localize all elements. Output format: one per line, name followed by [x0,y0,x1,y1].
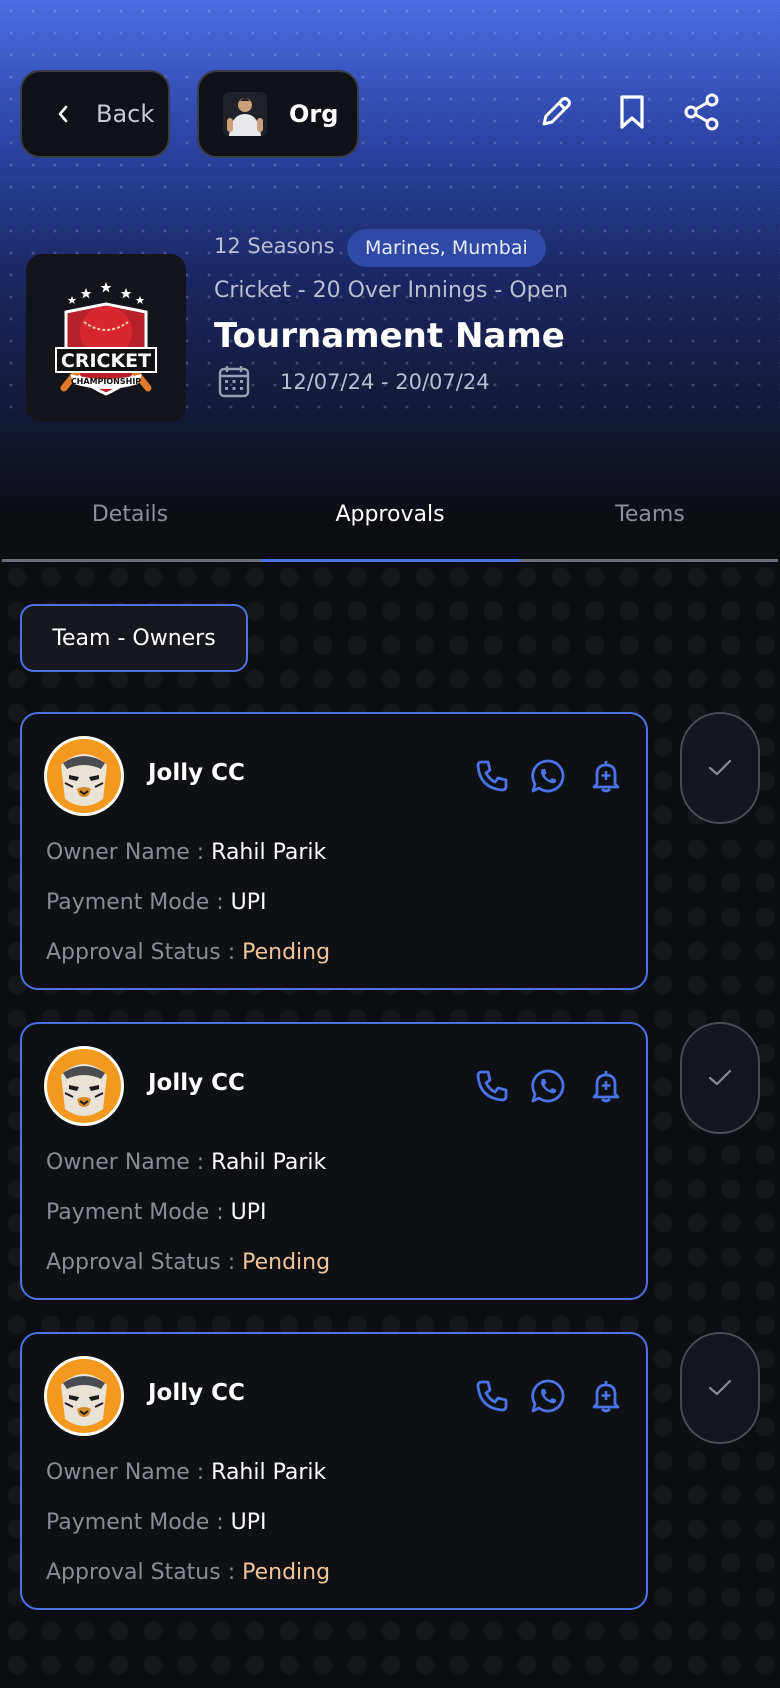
phone-icon[interactable] [474,1378,510,1414]
owner-card: Jolly CC Owner Name : Rahil Parik Paymen… [20,1022,648,1300]
share-icon[interactable] [682,92,722,132]
payment-mode-value: UPI [230,890,267,915]
payment-mode-label: Payment Mode : [46,890,231,915]
approve-button[interactable] [680,1332,760,1444]
check-icon [708,759,732,776]
owner-name-value: Rahil Parik [211,1460,327,1485]
tournament-format: Cricket - 20 Over Innings - Open [214,278,569,303]
bell-plus-icon[interactable] [588,1378,624,1414]
approval-status-label: Approval Status : [46,1560,243,1585]
owner-name-row: Owner Name : Rahil Parik [46,1460,326,1485]
logo-ribbon: CHAMPIONSHIP [71,377,141,386]
payment-mode-label: Payment Mode : [46,1200,231,1225]
tab-approvals[interactable]: Approvals [260,502,520,527]
approval-status-row: Approval Status : Pending [46,1560,330,1585]
tab-active-indicator [260,559,520,562]
location-badge: Marines, Mumbai [347,229,546,267]
payment-mode-value: UPI [230,1510,267,1535]
bell-plus-icon[interactable] [588,758,624,794]
tournament-logo: CRICKET CHAMPIONSHIP [26,254,186,422]
check-icon [708,1069,732,1086]
tab-teams[interactable]: Teams [520,502,780,527]
tab-details[interactable]: Details [0,502,260,527]
team-avatar [44,1356,124,1436]
owner-name-row: Owner Name : Rahil Parik [46,1150,326,1175]
pencil-icon[interactable] [536,92,576,132]
approve-button[interactable] [680,712,760,824]
calendar-icon [218,366,250,398]
tournament-dates: 12/07/24 - 20/07/24 [280,370,490,394]
approval-status-row: Approval Status : Pending [46,1250,330,1275]
owner-name-value: Rahil Parik [211,1150,327,1175]
logo-title: CRICKET [61,350,151,372]
payment-mode-row: Payment Mode : UPI [46,1200,267,1225]
org-button[interactable]: Org [197,70,359,158]
owner-name-row: Owner Name : Rahil Parik [46,840,326,865]
team-name: Jolly CC [148,1070,245,1096]
approval-status-label: Approval Status : [46,1250,243,1275]
back-label: Back [96,100,155,128]
phone-icon[interactable] [474,758,510,794]
chevron-left-icon [58,105,68,123]
tournament-name: Tournament Name [214,316,565,356]
owner-name-label: Owner Name : [46,1150,212,1175]
whatsapp-icon[interactable] [530,1378,566,1414]
team-avatar [44,1046,124,1126]
bookmark-icon[interactable] [612,92,652,132]
team-avatar [44,736,124,816]
approval-status-value: Pending [242,1560,331,1585]
owner-name-label: Owner Name : [46,840,212,865]
check-icon [708,1379,732,1396]
bell-plus-icon[interactable] [588,1068,624,1104]
phone-icon[interactable] [474,1068,510,1104]
approval-status-label: Approval Status : [46,940,243,965]
approval-status-row: Approval Status : Pending [46,940,330,965]
approval-status-value: Pending [242,1250,331,1275]
team-name: Jolly CC [148,1380,245,1406]
team-name: Jolly CC [148,760,245,786]
whatsapp-icon[interactable] [530,1068,566,1104]
approve-button[interactable] [680,1022,760,1134]
whatsapp-icon[interactable] [530,758,566,794]
owner-name-value: Rahil Parik [211,840,327,865]
filter-chip-team-owners[interactable]: Team - Owners [20,604,248,672]
approval-status-value: Pending [242,940,331,965]
tab-bar: Details Approvals Teams [0,486,780,566]
owner-name-label: Owner Name : [46,1460,212,1485]
back-button[interactable]: Back [20,70,170,158]
payment-mode-value: UPI [230,1200,267,1225]
payment-mode-label: Payment Mode : [46,1510,231,1535]
seasons-count: 12 Seasons [214,234,335,258]
owner-card: Jolly CC Owner Name : Rahil Parik Paymen… [20,712,648,990]
org-avatar [223,92,267,136]
owner-card: Jolly CC Owner Name : Rahil Parik Paymen… [20,1332,648,1610]
payment-mode-row: Payment Mode : UPI [46,1510,267,1535]
org-label: Org [289,100,339,128]
payment-mode-row: Payment Mode : UPI [46,890,267,915]
